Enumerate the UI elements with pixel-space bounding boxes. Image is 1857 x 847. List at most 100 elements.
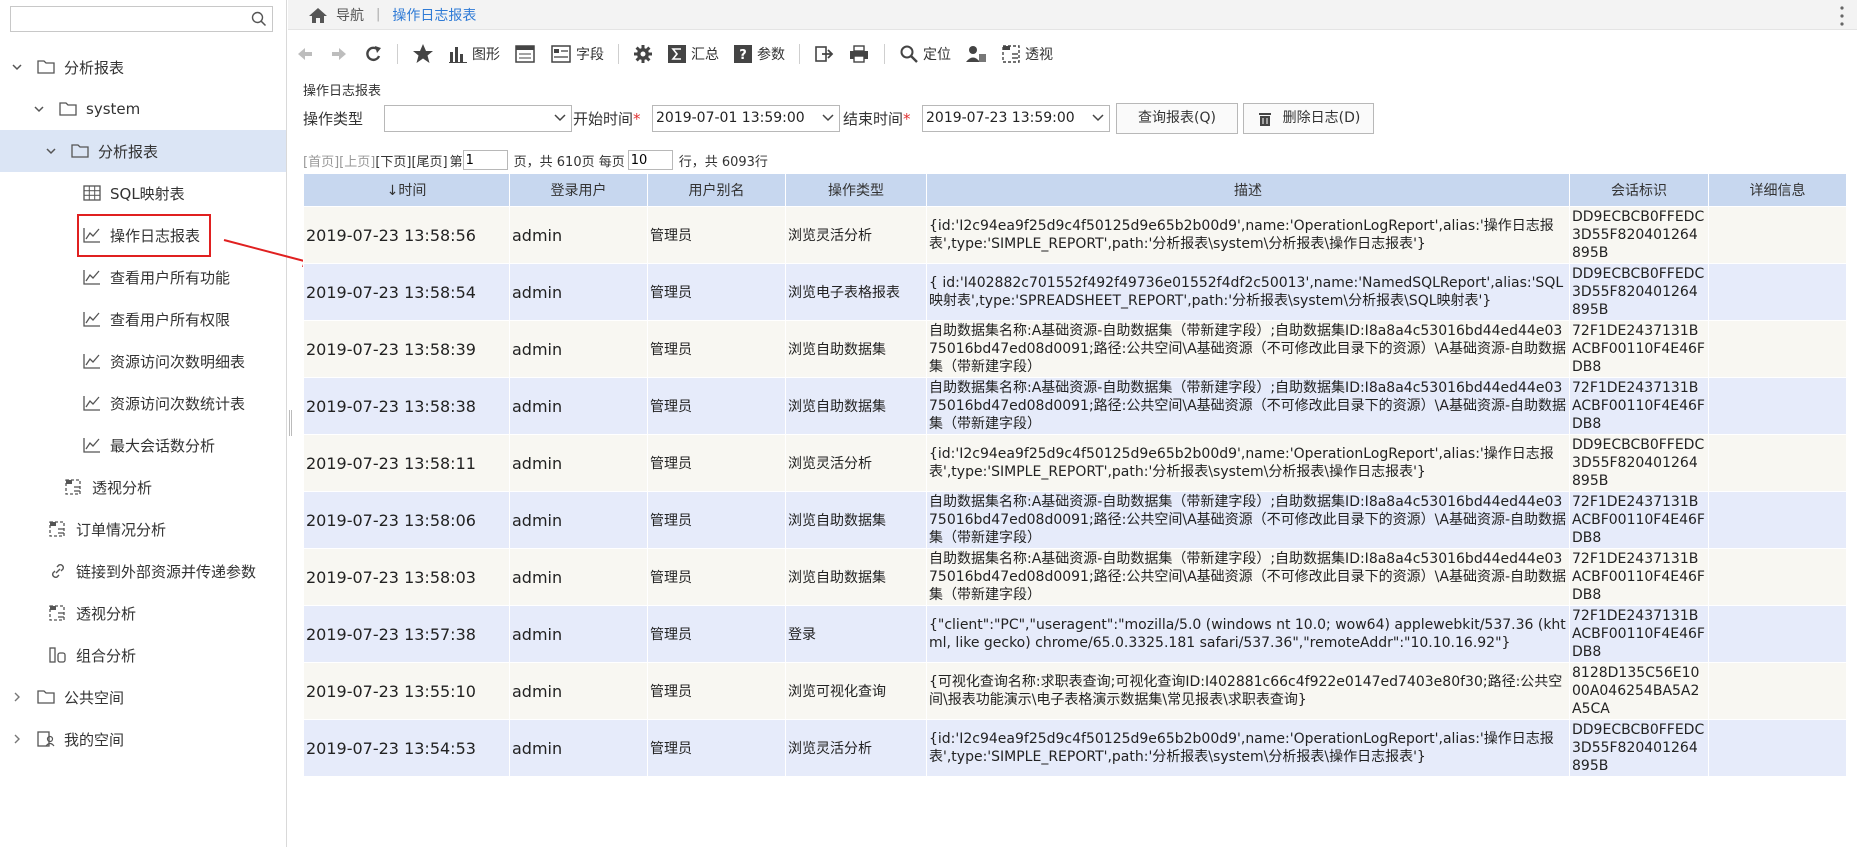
- sidebar-search-input[interactable]: [10, 6, 273, 32]
- table-row[interactable]: 2019-07-23 13:58:11 admin 管理员 浏览灵活分析 {id:'I2…: [303, 434, 1847, 492]
- home-icon[interactable]: [308, 6, 328, 24]
- toolbar-divider: [397, 44, 398, 64]
- cell-time: 2019-07-23 13:58:54: [303, 263, 510, 321]
- start-time-select[interactable]: 2019-07-01 13:59:00: [652, 105, 840, 132]
- tree-item-access-stats[interactable]: 资源访问次数统计表: [0, 382, 286, 424]
- breadcrumb-separator: |: [376, 7, 381, 22]
- params-button-label: 参数: [757, 47, 785, 63]
- forward-button[interactable]: [329, 40, 349, 68]
- pager-first[interactable]: [首页]: [303, 151, 339, 170]
- query-report-button[interactable]: 查询报表(Q): [1116, 103, 1238, 134]
- chart-icon: [83, 270, 100, 285]
- breadcrumb-current[interactable]: 操作日志报表: [392, 5, 476, 25]
- tree-item-analysis-reports[interactable]: 分析报表: [0, 46, 286, 88]
- column-header-user-alias[interactable]: 用户别名: [647, 173, 786, 207]
- page-size-input[interactable]: [627, 150, 673, 170]
- search-icon[interactable]: [251, 11, 267, 27]
- cell-op-type: 浏览电子表格报表: [785, 263, 927, 321]
- favorite-button[interactable]: [412, 40, 434, 68]
- chart-icon: [83, 396, 100, 411]
- tree-item-max-sessions[interactable]: 最大会话数分析: [0, 424, 286, 466]
- refresh-button[interactable]: [363, 40, 383, 68]
- column-header-op-type[interactable]: 操作类型: [785, 173, 927, 207]
- table-row[interactable]: 2019-07-23 13:57:38 admin 管理员 登录 {"client":"…: [303, 605, 1847, 663]
- column-header-description[interactable]: 描述: [926, 173, 1570, 207]
- column-header-detail[interactable]: 详细信息: [1708, 173, 1847, 207]
- column-header-time[interactable]: ↓时间: [303, 173, 510, 207]
- user-button[interactable]: [965, 40, 987, 68]
- more-icon[interactable]: [1839, 4, 1845, 28]
- delete-log-label: 删除日志(D): [1282, 110, 1361, 126]
- op-type-label: 操作类型: [303, 110, 364, 128]
- tree-item-external-link[interactable]: 链接到外部资源并传递参数: [0, 550, 286, 592]
- cell-user-alias: 管理员: [647, 605, 786, 663]
- cell-session: 8128D135C56E1000A046254BA5A2A5CA: [1569, 662, 1709, 720]
- chevron-right-icon[interactable]: [10, 732, 24, 746]
- pivot-button[interactable]: 透视: [1001, 40, 1053, 68]
- tree-item-combo-analysis[interactable]: 组合分析: [0, 634, 286, 676]
- layout-button[interactable]: [514, 40, 536, 68]
- export-button[interactable]: [814, 40, 834, 68]
- table-row[interactable]: 2019-07-23 13:54:53 admin 管理员 浏览灵活分析 {id:'I2…: [303, 719, 1847, 777]
- end-time-select[interactable]: 2019-07-23 13:59:00: [922, 105, 1110, 132]
- tree-item-user-permissions[interactable]: 查看用户所有权限: [0, 298, 286, 340]
- locate-button[interactable]: 定位: [899, 40, 951, 68]
- tree-item-pivot-analysis-2[interactable]: 透视分析: [0, 592, 286, 634]
- cell-user-alias: 管理员: [647, 206, 786, 264]
- pager-size-suffix: 行，共 6093行: [678, 154, 768, 170]
- column-header-login-user[interactable]: 登录用户: [509, 173, 648, 207]
- cell-description: 自助数据集名称:A基础资源-自助数据集（带新建字段）;自助数据集ID:I8a8a…: [926, 320, 1570, 378]
- cell-op-type: 登录: [785, 605, 927, 663]
- trash-icon: [1258, 112, 1271, 126]
- table-row[interactable]: 2019-07-23 13:58:03 admin 管理员 浏览自助数据集 自助数据集名…: [303, 548, 1847, 606]
- chevron-right-icon[interactable]: [10, 690, 24, 704]
- table-row[interactable]: 2019-07-23 13:58:54 admin 管理员 浏览电子表格报表{ id:…: [303, 263, 1847, 321]
- cell-session: 72F1DE2437131BACBF00110F4E46FDB8: [1569, 320, 1709, 378]
- pager-prev[interactable]: [上页]: [339, 151, 375, 170]
- chevron-down-icon[interactable]: [10, 60, 24, 74]
- chart-button[interactable]: 图形: [448, 40, 500, 68]
- table-row[interactable]: 2019-07-23 13:58:56 admin 管理员 浏览灵活分析 {id:'I2…: [303, 206, 1847, 264]
- table-row[interactable]: 2019-07-23 13:58:38 admin 管理员 浏览自助数据集 自助数据集名…: [303, 377, 1847, 435]
- params-button[interactable]: ? 参数: [733, 40, 785, 68]
- chevron-down-icon[interactable]: [44, 144, 58, 158]
- cell-login-user: admin: [509, 605, 648, 663]
- pager: [首页] [上页] [下页] [尾页] 第 页，共 610页 每页 行，共 60…: [303, 150, 768, 170]
- tree-item-system[interactable]: system: [0, 88, 286, 130]
- tree-item-order-analysis[interactable]: 订单情况分析: [0, 508, 286, 550]
- tree-item-analysis-reports-sub[interactable]: 分析报表: [0, 130, 286, 172]
- gear-icon: [634, 45, 652, 63]
- pager-last[interactable]: [尾页]: [411, 151, 447, 170]
- tree-item-label: 查看用户所有功能: [110, 268, 231, 287]
- table-row[interactable]: 2019-07-23 13:58:39 admin 管理员 浏览自助数据集 自助数据集名…: [303, 320, 1847, 378]
- cell-user-alias: 管理员: [647, 434, 786, 492]
- tree-item-pivot-analysis[interactable]: 透视分析: [0, 466, 286, 508]
- start-time-label-text: 开始时间: [573, 110, 634, 128]
- cell-login-user: admin: [509, 491, 648, 549]
- sidebar-splitter[interactable]: [289, 410, 292, 436]
- chevron-down-icon[interactable]: [32, 102, 46, 116]
- print-button[interactable]: [848, 40, 870, 68]
- table-row[interactable]: 2019-07-23 13:58:06 admin 管理员 浏览自助数据集 自助数据集名…: [303, 491, 1847, 549]
- tree-item-my-space[interactable]: 我的空间: [0, 718, 286, 760]
- delete-log-button[interactable]: 删除日志(D): [1243, 103, 1374, 134]
- cell-op-type: 浏览灵活分析: [785, 206, 927, 264]
- summary-button[interactable]: 汇总: [667, 40, 719, 68]
- back-button[interactable]: [295, 40, 315, 68]
- tree-item-access-detail[interactable]: 资源访问次数明细表: [0, 340, 286, 382]
- cell-login-user: admin: [509, 263, 648, 321]
- cell-detail: [1708, 662, 1847, 720]
- pager-next[interactable]: [下页]: [375, 151, 411, 170]
- column-header-session[interactable]: 会话标识: [1569, 173, 1709, 207]
- op-type-select[interactable]: [384, 105, 572, 132]
- cell-description: 自助数据集名称:A基础资源-自助数据集（带新建字段）;自助数据集ID:I8a8a…: [926, 491, 1570, 549]
- breadcrumb-nav[interactable]: 导航: [336, 5, 364, 25]
- tree-item-public-space[interactable]: 公共空间: [0, 676, 286, 718]
- table-row[interactable]: 2019-07-23 13:55:10 admin 管理员 浏览可视化查询 {可视化查询…: [303, 662, 1847, 720]
- settings-button[interactable]: [633, 40, 653, 68]
- page-number-input[interactable]: [462, 150, 508, 170]
- table-header-row: ↓时间 登录用户 用户别名 操作类型 描述 会话标识 详细信息: [303, 173, 1847, 207]
- tree-item-sql-mapping[interactable]: SQL映射表: [0, 172, 286, 214]
- chevron-down-icon: [554, 114, 566, 122]
- fields-button[interactable]: 字段: [550, 40, 604, 68]
